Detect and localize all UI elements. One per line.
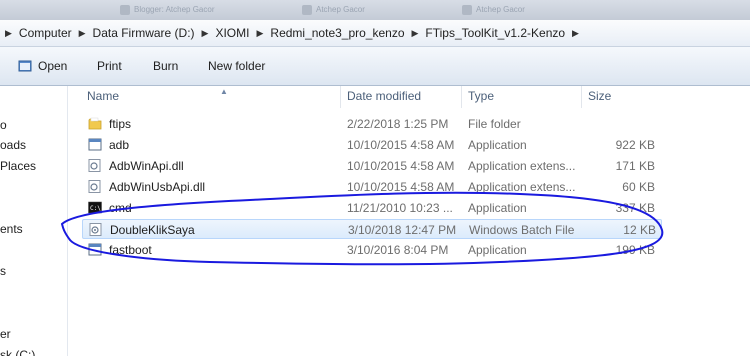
- breadcrumb-item[interactable]: Computer: [17, 26, 74, 40]
- file-type: Application: [468, 243, 527, 257]
- file-size: 199 KB: [615, 243, 655, 257]
- file-type: Application extens...: [468, 159, 576, 173]
- breadcrumb-item[interactable]: Data Firmware (D:): [91, 26, 197, 40]
- file-row[interactable]: adb 10/10/2015 4:58 AM Application 922 K…: [82, 135, 662, 155]
- chevron-right-icon[interactable]: ▶: [79, 28, 86, 39]
- file-row[interactable]: ftips 2/22/2018 1:25 PM File folder: [82, 114, 662, 134]
- file-size: 12 KB: [623, 223, 656, 237]
- nav-item[interactable]: s: [0, 264, 6, 278]
- application-icon: [88, 243, 102, 256]
- file-date: 10/10/2015 4:58 AM: [347, 180, 455, 194]
- background-tab: Atchep Gacor: [300, 3, 365, 17]
- file-type: Application extens...: [468, 180, 576, 194]
- navigation-pane: o oads Places ents s er sk (C:): [0, 86, 68, 356]
- chevron-right-icon[interactable]: ▶: [572, 28, 579, 39]
- breadcrumb-item[interactable]: FTips_ToolKit_v1.2-Kenzo: [423, 26, 567, 40]
- print-button[interactable]: Print: [97, 59, 122, 73]
- dll-icon: [88, 180, 101, 193]
- file-type: Application: [468, 138, 527, 152]
- file-size: 60 KB: [622, 180, 655, 194]
- file-list: ▲ Name Date modified Type Size ftips 2/2…: [68, 86, 750, 356]
- file-name: cmd: [109, 201, 132, 215]
- open-icon[interactable]: [18, 59, 32, 73]
- column-header-name[interactable]: ▲ Name: [81, 86, 339, 108]
- file-row[interactable]: AdbWinUsbApi.dll 10/10/2015 4:58 AM Appl…: [82, 177, 662, 197]
- column-headers: ▲ Name Date modified Type Size: [68, 86, 750, 108]
- cmd-icon: C:\: [88, 201, 102, 214]
- breadcrumb: ▶ Computer ▶ Data Firmware (D:) ▶ XIOMI …: [0, 20, 584, 46]
- file-date: 3/10/2018 12:47 PM: [348, 223, 457, 237]
- chevron-right-icon[interactable]: ▶: [412, 28, 419, 39]
- nav-item[interactable]: ents: [0, 222, 23, 236]
- file-date: 2/22/2018 1:25 PM: [347, 117, 449, 131]
- svg-text:C:\: C:\: [90, 205, 101, 212]
- file-name: DoubleKlikSaya: [110, 223, 195, 237]
- file-name: AdbWinUsbApi.dll: [109, 180, 206, 194]
- nav-item[interactable]: Places: [0, 159, 36, 173]
- background-tab: Blogger: Atchep Gacor: [118, 3, 215, 17]
- column-header-name-label: Name: [87, 89, 120, 103]
- nav-item[interactable]: oads: [0, 138, 26, 152]
- batch-file-icon: [89, 223, 102, 236]
- file-date: 11/21/2010 10:23 ...: [347, 201, 453, 215]
- file-date: 10/10/2015 4:58 AM: [347, 159, 455, 173]
- file-name: fastboot: [109, 243, 152, 257]
- file-name: ftips: [109, 117, 132, 131]
- file-size: 922 KB: [615, 138, 655, 152]
- file-row[interactable]: C:\ cmd 11/21/2010 10:23 ... Application…: [82, 198, 662, 218]
- chevron-right-icon[interactable]: ▶: [256, 28, 263, 39]
- nav-item[interactable]: sk (C:): [0, 348, 35, 356]
- file-name: AdbWinApi.dll: [109, 159, 184, 173]
- application-icon: [88, 138, 102, 151]
- breadcrumb-item[interactable]: Redmi_note3_pro_kenzo: [268, 26, 406, 40]
- burn-button[interactable]: Burn: [153, 59, 178, 73]
- chevron-right-icon[interactable]: ▶: [202, 28, 209, 39]
- column-header-type[interactable]: Type: [461, 86, 581, 108]
- address-bar[interactable]: ▶ Computer ▶ Data Firmware (D:) ▶ XIOMI …: [0, 20, 750, 47]
- file-size: 171 KB: [615, 159, 655, 173]
- background-window-strip: Blogger: Atchep Gacor Atchep Gacor Atche…: [0, 0, 750, 20]
- new-folder-button[interactable]: New folder: [208, 59, 265, 73]
- dll-icon: [88, 159, 101, 172]
- command-toolbar: Open Print Burn New folder: [0, 47, 750, 86]
- column-header-date[interactable]: Date modified: [340, 86, 461, 108]
- file-name: adb: [109, 138, 130, 152]
- file-type: Application: [468, 201, 527, 215]
- file-size: 337 KB: [615, 201, 655, 215]
- sort-ascending-icon: ▲: [220, 87, 228, 96]
- column-header-size[interactable]: Size: [581, 86, 664, 108]
- file-row[interactable]: AdbWinApi.dll 10/10/2015 4:58 AM Applica…: [82, 156, 662, 176]
- nav-item[interactable]: o: [0, 118, 7, 132]
- file-type: Windows Batch File: [469, 223, 575, 237]
- chevron-right-icon[interactable]: ▶: [5, 28, 12, 39]
- file-date: 10/10/2015 4:58 AM: [347, 138, 455, 152]
- nav-item[interactable]: er: [0, 327, 11, 341]
- background-tab: Atchep Gacor: [460, 3, 525, 17]
- folder-icon: [88, 117, 102, 130]
- open-button[interactable]: Open: [38, 59, 67, 73]
- file-type: File folder: [468, 117, 521, 131]
- breadcrumb-item[interactable]: XIOMI: [213, 26, 251, 40]
- file-row[interactable]: fastboot 3/10/2016 8:04 PM Application 1…: [82, 240, 662, 260]
- file-date: 3/10/2016 8:04 PM: [347, 243, 449, 257]
- file-row-selected[interactable]: DoubleKlikSaya 3/10/2018 12:47 PM Window…: [82, 219, 662, 239]
